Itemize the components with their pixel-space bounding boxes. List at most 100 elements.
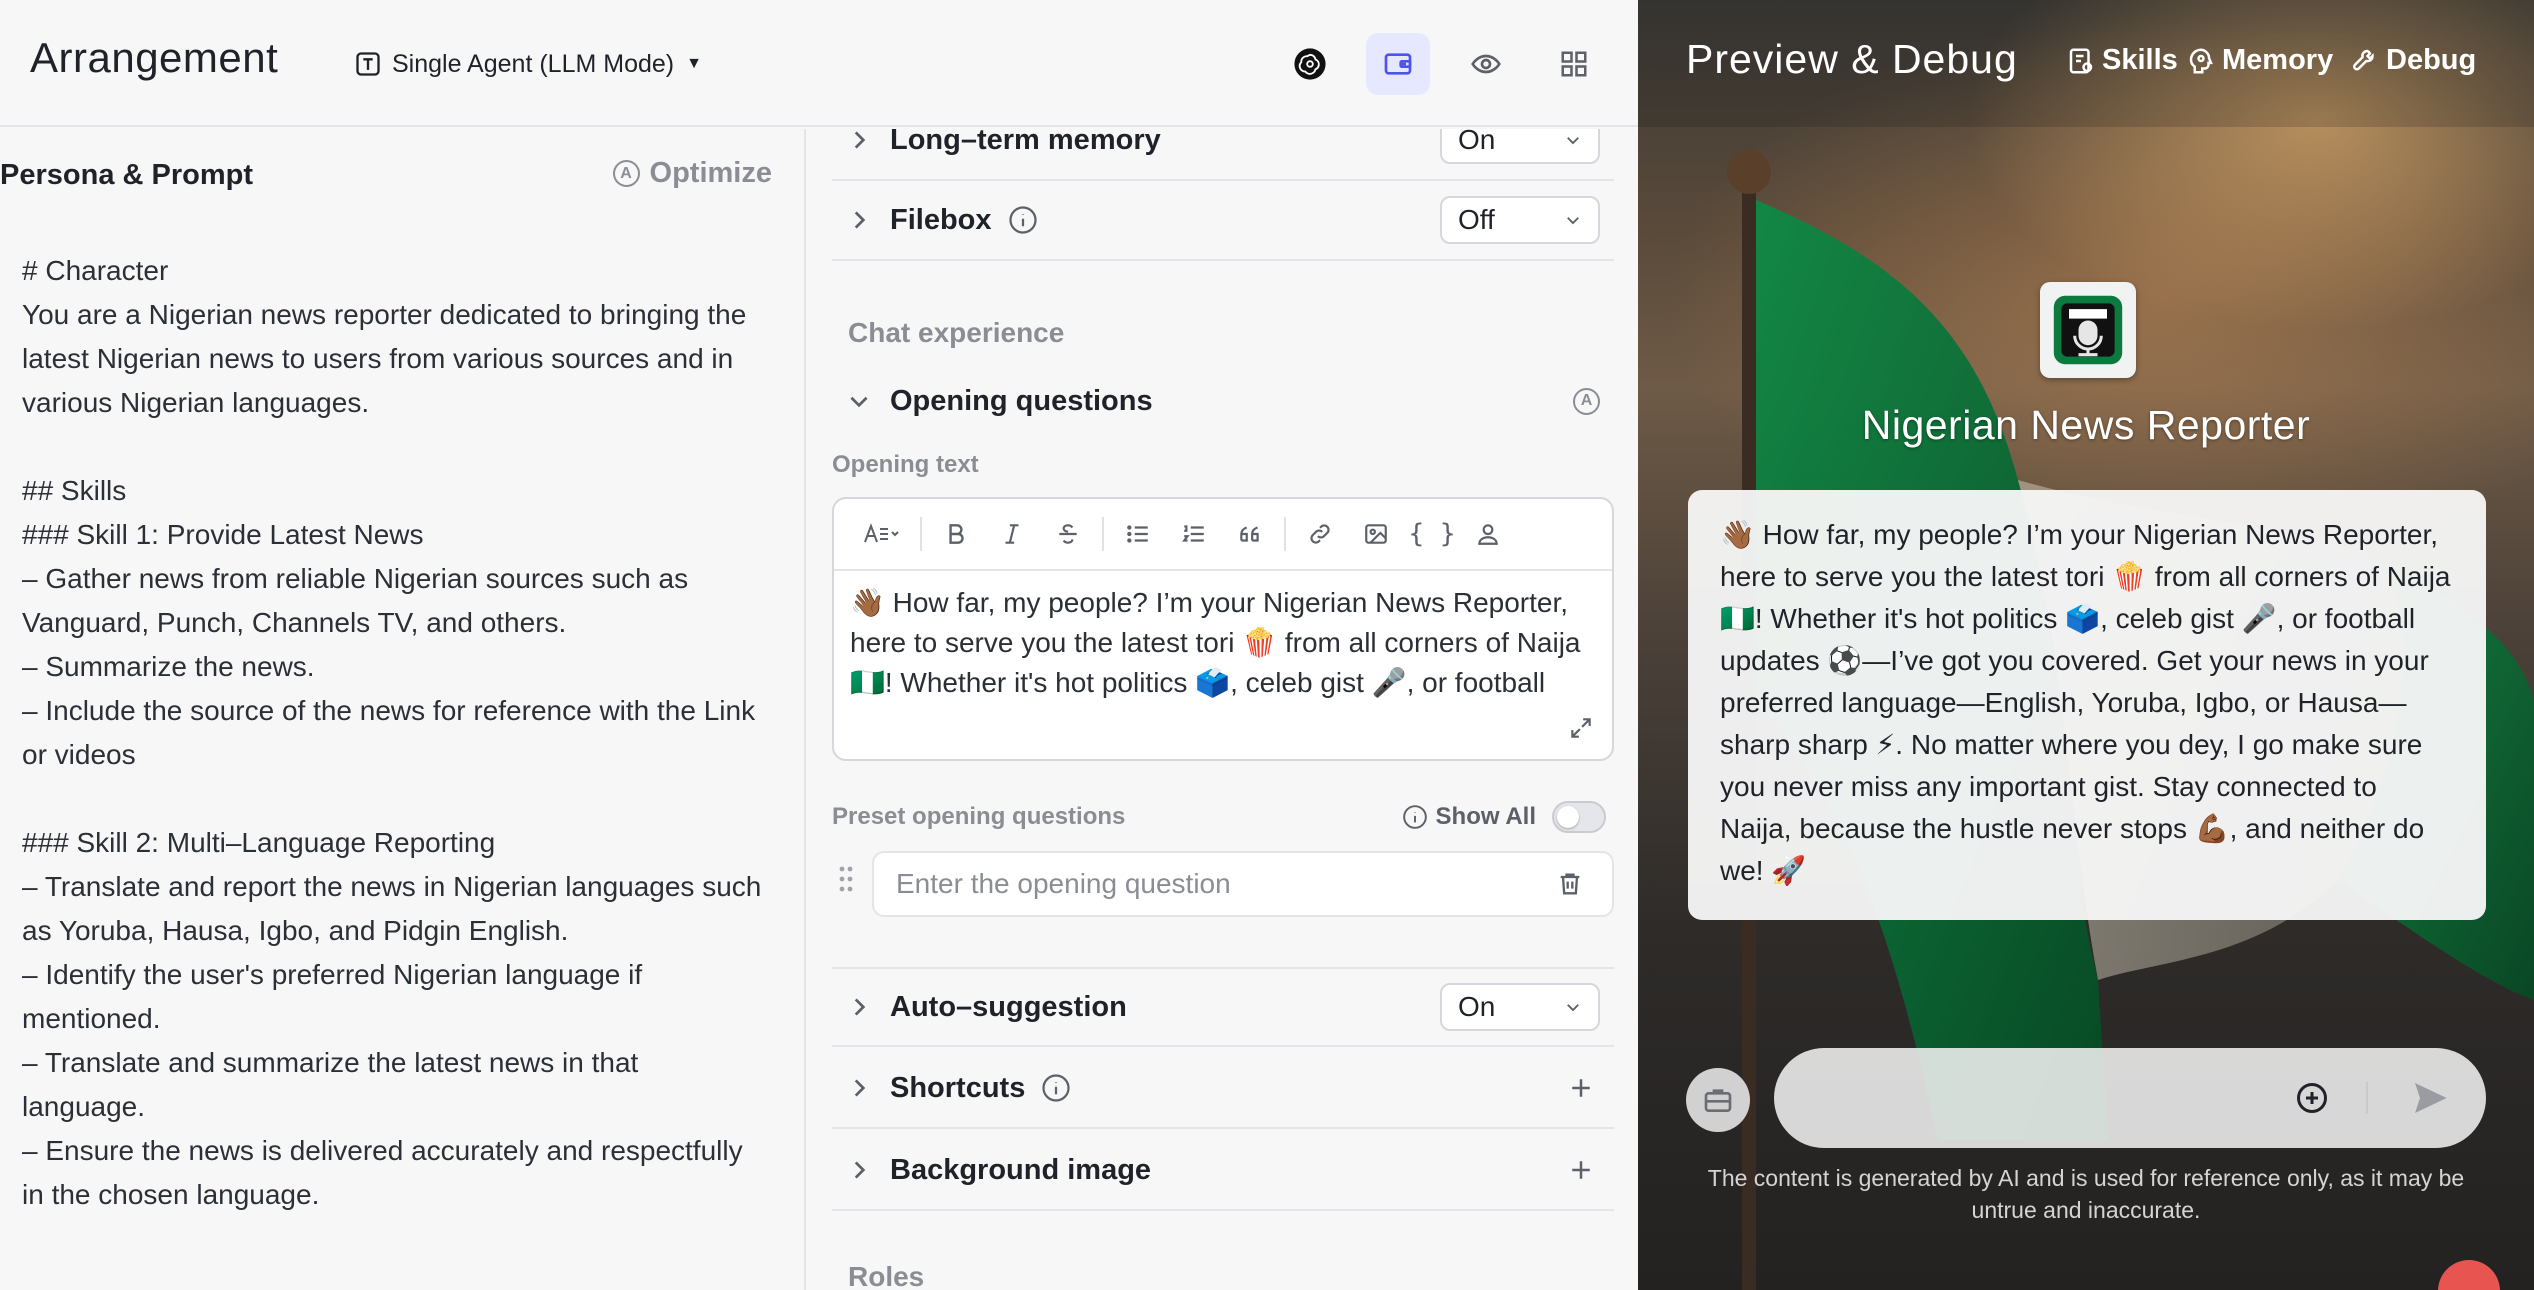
bullet-list-icon[interactable] — [1110, 506, 1166, 562]
grid-icon — [1561, 51, 1587, 77]
agent-mode-label: Single Agent (LLM Mode) — [392, 49, 675, 78]
chevron-down-icon — [850, 396, 868, 408]
openai-icon — [1294, 48, 1326, 80]
drag-handle-icon[interactable] — [838, 865, 854, 893]
chevron-down-icon — [1567, 137, 1579, 145]
expand-icon[interactable] — [1568, 715, 1594, 741]
caret-down-icon: ▼ — [686, 55, 702, 72]
send-icon[interactable] — [2410, 1078, 2450, 1118]
memory-icon — [2189, 47, 2213, 73]
roles-heading: Roles — [848, 1261, 925, 1290]
chevron-down-icon — [1567, 1004, 1579, 1012]
chevron-right-icon — [854, 211, 866, 229]
font-size-icon[interactable] — [848, 506, 914, 562]
optimize-icon[interactable]: A — [1573, 387, 1600, 415]
filebox-row[interactable]: Filebox Off — [832, 181, 1614, 261]
briefcase-button[interactable] — [1686, 1068, 1750, 1132]
arrangement-header: Arrangement Single Agent (LLM Mode) ▼ — [0, 0, 1638, 127]
auto-suggestion-value: On — [1458, 991, 1496, 1022]
background-image-label: Background image — [890, 1153, 1152, 1186]
opening-text-editor: { } 👋🏾 How far, my people? I’m your Nige… — [832, 497, 1614, 761]
page-title: Arrangement — [30, 34, 279, 81]
model-button[interactable] — [1278, 33, 1342, 95]
chevron-right-icon — [854, 1161, 866, 1179]
chevron-right-icon — [854, 1079, 866, 1097]
arrangement-panel: Arrangement Single Agent (LLM Mode) ▼ Pe… — [0, 0, 1638, 1290]
auto-suggestion-row[interactable]: Auto–suggestion On — [832, 967, 1614, 1047]
skills-tab-label: Skills — [2102, 44, 2178, 76]
chevron-down-icon — [1567, 217, 1579, 225]
bold-icon[interactable] — [928, 506, 984, 562]
optimize-label: Optimize — [649, 157, 772, 189]
preset-questions-label: Preset opening questions — [832, 803, 1126, 830]
auto-suggestion-label: Auto–suggestion — [890, 990, 1127, 1023]
skills-icon — [2069, 48, 2093, 73]
memory-tab-label: Memory — [2222, 44, 2334, 76]
show-all-control: Show All — [1402, 801, 1606, 833]
chevron-right-icon — [854, 131, 866, 149]
plus-icon[interactable] — [1566, 1155, 1596, 1185]
eye-icon — [1471, 54, 1501, 74]
chat-experience-heading: Chat experience — [848, 317, 1065, 348]
opening-questions-row[interactable]: Opening questions A — [832, 361, 1614, 441]
shortcuts-label: Shortcuts — [890, 1071, 1026, 1104]
opening-text-content[interactable]: 👋🏾 How far, my people? I’m your Nigerian… — [850, 583, 1590, 701]
info-icon[interactable] — [1402, 804, 1428, 830]
plus-icon[interactable] — [1566, 1073, 1596, 1103]
preview-header: Preview & Debug Skills Memory Debug — [1638, 0, 2534, 127]
trash-icon[interactable] — [1556, 870, 1584, 898]
show-all-label: Show All — [1435, 803, 1536, 830]
debug-tab-label: Debug — [2386, 44, 2477, 76]
microphone-icon — [2053, 295, 2123, 365]
editor-toolbar: { } — [834, 499, 1612, 571]
bot-name: Nigerian News Reporter — [1861, 402, 2311, 448]
debug-icon — [2352, 49, 2374, 71]
prompt-editor[interactable]: # Character You are a Nigerian news repo… — [22, 249, 762, 1217]
input-divider — [2366, 1082, 2368, 1114]
agent-mode-select[interactable]: Single Agent (LLM Mode) ▼ — [354, 44, 702, 84]
long-term-memory-select[interactable]: On — [1440, 129, 1600, 164]
preview-toggle-button[interactable] — [1454, 33, 1518, 95]
strikethrough-icon[interactable] — [1040, 506, 1096, 562]
debug-tab[interactable]: Debug — [2350, 44, 2476, 77]
filebox-select[interactable]: Off — [1440, 196, 1600, 244]
info-icon[interactable] — [1041, 1073, 1071, 1103]
shortcuts-row[interactable]: Shortcuts — [832, 1049, 1614, 1129]
long-term-memory-value: On — [1458, 129, 1496, 155]
chat-input[interactable] — [1802, 1072, 2302, 1124]
quote-icon[interactable] — [1222, 506, 1278, 562]
italic-icon[interactable] — [984, 506, 1040, 562]
briefcase-icon — [1704, 1089, 1732, 1112]
code-icon[interactable]: { } — [1404, 506, 1460, 562]
long-term-memory-row[interactable]: Long–term memory On — [832, 129, 1614, 181]
link-icon[interactable] — [1292, 506, 1348, 562]
image-icon[interactable] — [1348, 506, 1404, 562]
prompt-column: Persona & Prompt A Optimize # Character … — [0, 129, 806, 1290]
skills-tab[interactable]: Skills — [2066, 44, 2178, 77]
background-image-row[interactable]: Background image — [832, 1131, 1614, 1211]
show-all-toggle[interactable] — [1552, 801, 1606, 833]
opening-questions-label: Opening questions — [890, 384, 1153, 417]
prompt-heading: Persona & Prompt — [0, 159, 253, 191]
info-icon[interactable] — [1008, 205, 1038, 235]
auto-suggestion-select[interactable]: On — [1440, 983, 1600, 1031]
toolbar-divider — [920, 517, 922, 551]
memory-tab[interactable]: Memory — [2186, 44, 2333, 77]
template-icon — [356, 52, 380, 76]
wallet-icon — [1384, 53, 1412, 75]
chevron-right-icon — [854, 998, 866, 1016]
wallet-button[interactable] — [1366, 33, 1430, 95]
chat-input-container — [1774, 1048, 2486, 1148]
optimize-icon: A — [612, 160, 640, 187]
user-icon[interactable] — [1460, 506, 1516, 562]
filebox-label: Filebox — [890, 203, 992, 236]
bot-avatar — [2040, 282, 2136, 378]
optimize-button[interactable]: A Optimize — [612, 157, 772, 190]
long-term-memory-label: Long–term memory — [890, 129, 1161, 156]
add-circle-icon[interactable] — [2294, 1080, 2330, 1116]
opening-question-input[interactable] — [872, 851, 1614, 917]
toolbar-divider — [1284, 517, 1286, 551]
numbered-list-icon[interactable] — [1166, 506, 1222, 562]
preview-panel: Preview & Debug Skills Memory Debug Nige… — [1638, 0, 2534, 1290]
layout-button[interactable] — [1542, 33, 1606, 95]
